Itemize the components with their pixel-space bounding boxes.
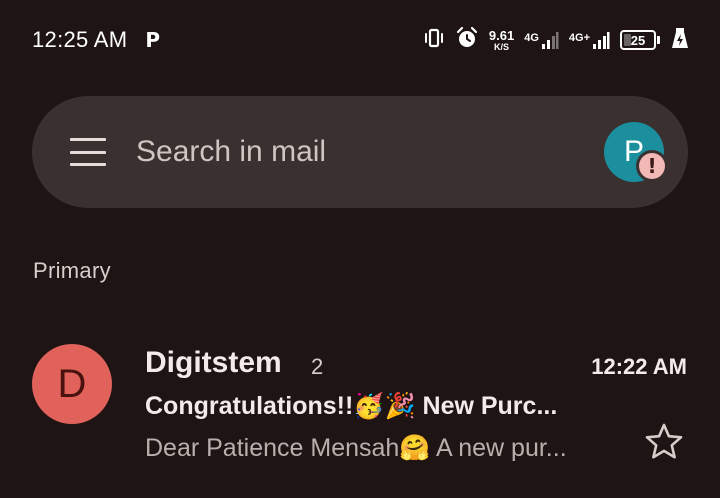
search-bar: P ! — [32, 96, 688, 208]
menu-line — [70, 150, 106, 154]
battery-body: 25 — [620, 30, 656, 50]
section-label-primary: Primary — [33, 258, 111, 283]
menu-line — [70, 138, 106, 141]
sim2-signal: 4G+ — [569, 30, 610, 50]
network-speed-unit: K/S — [494, 41, 510, 52]
sim2-network-type: 4G+ — [568, 32, 590, 44]
status-clock: 12:25 AM — [32, 27, 128, 52]
network-speed: 9.61 K/S — [489, 29, 514, 52]
search-input[interactable] — [136, 130, 556, 174]
alert-icon: ! — [639, 153, 665, 179]
status-left: 12:25 AM P — [32, 27, 160, 53]
hamburger-menu-icon[interactable] — [70, 138, 106, 166]
battery-cap — [657, 36, 660, 44]
email-snippet: Dear Patience Mensah🤗 A new pur... — [145, 434, 567, 462]
status-right: 9.61 K/S 4G 4G+ 25 — [423, 26, 690, 55]
parking-app-icon: P — [145, 28, 161, 52]
email-time: 12:22 AM — [591, 354, 687, 379]
charging-icon — [670, 26, 690, 55]
sim1-signal: 4G — [524, 30, 559, 50]
email-list-item[interactable]: D Digitstem 2 12:22 AM Congratulations!!… — [0, 330, 720, 480]
sim1-network-type: 4G — [524, 32, 539, 44]
email-subject: Congratulations!!🥳🎉 New Purc... — [145, 392, 558, 420]
network-speed-value: 9.61 — [488, 27, 515, 43]
signal-icon — [593, 32, 610, 49]
account-alert-badge: ! — [636, 150, 668, 182]
star-icon[interactable] — [644, 422, 684, 462]
email-thread-count: 2 — [311, 354, 324, 379]
gmail-inbox-screen: 12:25 AM P 9.61 K/S 4G 4G+ 25 Search in … — [0, 0, 720, 498]
alarm-icon — [455, 26, 479, 55]
menu-line — [70, 163, 106, 166]
status-bar: 12:25 AM P 9.61 K/S 4G 4G+ 25 — [32, 22, 690, 58]
battery-icon: 25 — [620, 30, 660, 50]
battery-level: 25 — [630, 32, 646, 48]
vibrate-icon — [423, 27, 445, 54]
sender-avatar[interactable]: D — [32, 344, 112, 424]
signal-icon — [541, 32, 559, 49]
email-sender: Digitstem — [145, 346, 282, 379]
